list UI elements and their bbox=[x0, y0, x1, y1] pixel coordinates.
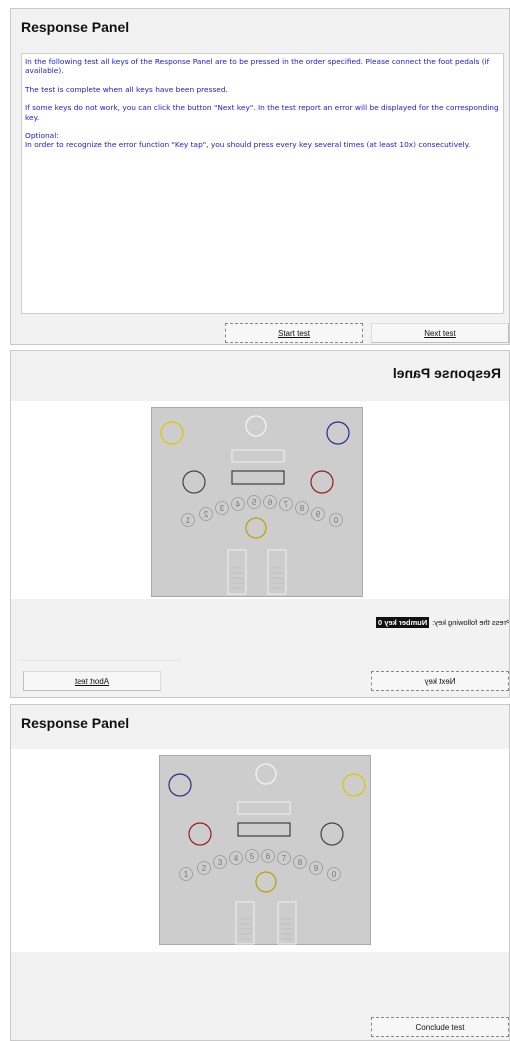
number-key-label: 3 bbox=[218, 858, 223, 867]
panel-title: Response Panel bbox=[21, 19, 130, 35]
pedal-right bbox=[227, 549, 247, 595]
upper-bar-key bbox=[231, 449, 285, 463]
number-key-label: 2 bbox=[202, 864, 207, 873]
number-key-label: 6 bbox=[267, 498, 272, 507]
number-key-label: 4 bbox=[235, 500, 240, 509]
optional-heading: Optional: bbox=[25, 131, 59, 141]
lower-bar-key bbox=[231, 470, 285, 485]
corner-key-left bbox=[326, 421, 350, 445]
keypad-graphic: 1 2 3 4 5 6 7 8 9 0 bbox=[168, 763, 366, 945]
number-key-label: 6 bbox=[266, 852, 271, 861]
number-key-label: 2 bbox=[203, 510, 208, 519]
pedal-right bbox=[277, 901, 297, 945]
instruction-text: If some keys do not work, you can click … bbox=[25, 103, 499, 122]
response-panel-test: Response Panel 0 9 8 7 6 5 4 3 2 1 Press the foll… bbox=[10, 350, 510, 698]
number-key-label: 1 bbox=[185, 516, 190, 525]
keypad-area: 1 2 3 4 5 6 7 8 9 0 bbox=[11, 749, 509, 952]
mirrored-content: Response Panel 0 9 8 7 6 5 4 3 2 1 Press the foll… bbox=[11, 351, 510, 697]
number-key-label: 0 bbox=[332, 870, 337, 879]
number-key-label: 5 bbox=[251, 498, 256, 507]
number-key-label: 7 bbox=[282, 854, 287, 863]
next-test-button[interactable]: Next test bbox=[371, 323, 509, 343]
number-key-label: 3 bbox=[219, 504, 224, 513]
center-key bbox=[255, 871, 277, 893]
number-key-label: 7 bbox=[283, 500, 288, 509]
lower-bar-key bbox=[237, 822, 291, 837]
instruction-text: In order to recognize the error function… bbox=[25, 140, 471, 150]
keypad-area: 0 9 8 7 6 5 4 3 2 1 bbox=[11, 401, 509, 599]
side-key-right bbox=[182, 470, 206, 494]
side-key-left bbox=[188, 822, 212, 846]
pedal-left bbox=[267, 549, 287, 595]
pedal-left bbox=[235, 901, 255, 945]
abort-test-button[interactable]: Abort test bbox=[23, 671, 161, 691]
key-prompt: Press the following key: Number key 0 bbox=[374, 617, 510, 628]
current-key-badge: Number key 0 bbox=[376, 617, 430, 628]
divider bbox=[21, 660, 181, 661]
response-panel-device: 0 9 8 7 6 5 4 3 2 1 bbox=[151, 407, 363, 597]
corner-key-right bbox=[160, 421, 184, 445]
instruction-text: In the following test all keys of the Re… bbox=[25, 57, 490, 76]
side-key-right bbox=[320, 822, 344, 846]
top-key bbox=[245, 415, 267, 437]
number-keys: 1 2 3 4 5 6 7 8 9 0 bbox=[179, 849, 341, 881]
corner-key-left bbox=[168, 773, 192, 797]
upper-bar-key bbox=[237, 801, 291, 815]
side-key-left bbox=[310, 470, 334, 494]
number-keys: 0 9 8 7 6 5 4 3 2 1 bbox=[181, 495, 343, 527]
number-key-label: 9 bbox=[314, 864, 319, 873]
number-key-label: 8 bbox=[298, 858, 303, 867]
panel-title: Response Panel bbox=[21, 715, 130, 731]
number-key-label: 8 bbox=[299, 504, 304, 513]
prompt-label: Press the following key: bbox=[432, 618, 510, 627]
conclude-test-button[interactable]: Conclude test bbox=[371, 1017, 509, 1037]
instructions-box: In the following test all keys of the Re… bbox=[21, 53, 504, 314]
corner-key-right bbox=[342, 773, 366, 797]
keypad-graphic: 0 9 8 7 6 5 4 3 2 1 bbox=[160, 415, 350, 595]
next-key-button[interactable]: Next key bbox=[371, 671, 509, 691]
top-key bbox=[255, 763, 277, 785]
number-key-label: 9 bbox=[315, 510, 320, 519]
number-key-label: 5 bbox=[250, 852, 255, 861]
number-key-label: 0 bbox=[333, 516, 338, 525]
response-panel-result: Response Panel 1 2 3 4 5 6 7 8 9 0 Conclude test bbox=[10, 704, 510, 1041]
panel-title: Response Panel bbox=[392, 365, 501, 381]
response-panel-intro: Response Panel In the following test all… bbox=[10, 8, 510, 345]
start-test-button[interactable]: Start test bbox=[225, 323, 363, 343]
number-key-label: 4 bbox=[234, 854, 239, 863]
instruction-text: The test is complete when all keys have … bbox=[25, 84, 228, 94]
response-panel-device: 1 2 3 4 5 6 7 8 9 0 bbox=[159, 755, 371, 945]
number-key-label: 1 bbox=[184, 870, 189, 879]
center-key bbox=[245, 517, 267, 539]
